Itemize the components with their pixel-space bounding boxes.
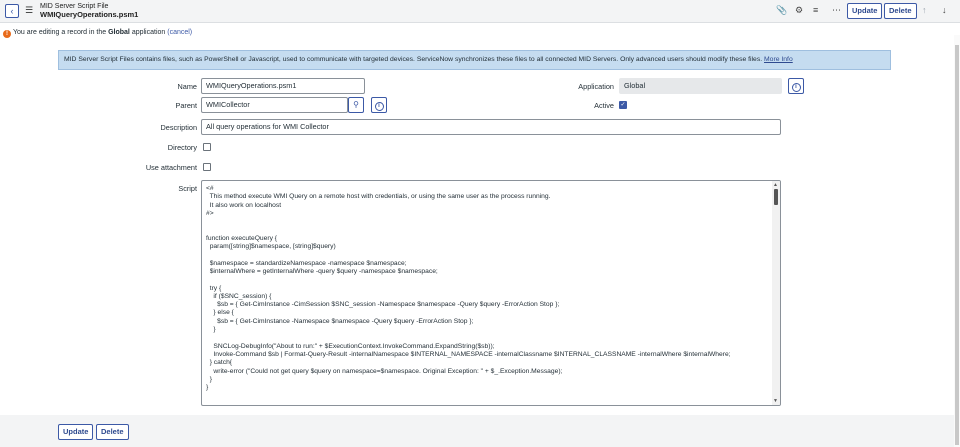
parent-lookup-button[interactable]: ⚲ (348, 97, 364, 113)
page-scrollbar[interactable] (954, 35, 960, 447)
page-title: MID Server Script File WMIQueryOperation… (40, 3, 138, 19)
description-label: Description (160, 123, 198, 132)
scroll-up-icon[interactable]: ▲ (773, 182, 778, 188)
application-field: Global (619, 78, 782, 94)
description-field[interactable]: All query operations for WMI Collector (201, 119, 781, 135)
search-icon: ⚲ (353, 100, 359, 109)
script-text[interactable]: <# This method execute WMI Query on a re… (206, 185, 772, 392)
chevron-left-icon: ‹ (10, 6, 14, 16)
arrow-down-icon[interactable]: ↓ (942, 5, 947, 15)
editing-notice: ! You are editing a record in the Global … (3, 29, 192, 38)
directory-checkbox[interactable] (203, 143, 211, 151)
banner-text: MID Server Script Files contains files, … (64, 56, 765, 63)
application-label: Application (578, 82, 614, 91)
parent-info-button[interactable]: i (371, 97, 387, 113)
paperclip-icon[interactable]: 📎 (776, 5, 787, 16)
page-scroll-thumb[interactable] (955, 45, 959, 445)
scroll-down-icon[interactable]: ▼ (773, 398, 778, 404)
checkmark-icon: ✓ (620, 102, 626, 108)
info-icon: i (374, 102, 384, 111)
name-field[interactable]: WMIQueryOperations.psm1 (201, 78, 365, 94)
more-info-link[interactable]: More Info (764, 56, 793, 63)
info-icon: i (791, 83, 801, 92)
form-footer (0, 415, 954, 447)
info-banner: MID Server Script Files contains files, … (58, 50, 891, 70)
name-label: Name (177, 82, 197, 91)
cancel-link[interactable]: (cancel) (167, 29, 192, 36)
use-attachment-checkbox[interactable] (203, 163, 211, 171)
script-scroll-thumb[interactable] (774, 189, 778, 205)
parent-label: Parent (175, 101, 198, 110)
use-attachment-label: Use attachment (145, 163, 197, 172)
warning-icon: ! (3, 30, 11, 38)
active-label: Active (594, 101, 614, 110)
active-checkbox[interactable]: ✓ (619, 101, 627, 109)
arrow-up-icon[interactable]: ↑ (922, 5, 927, 15)
back-button[interactable]: ‹ (5, 4, 19, 18)
sliders-icon[interactable]: ⚙ (795, 5, 803, 16)
hamburger-icon[interactable]: ☰ (25, 5, 33, 16)
filter-icon[interactable]: ≡ (813, 5, 818, 15)
parent-field[interactable]: WMICollector (201, 97, 348, 113)
header-delete-button[interactable]: Delete (884, 3, 917, 19)
script-editor[interactable]: <# This method execute WMI Query on a re… (201, 180, 781, 406)
footer-update-button[interactable]: Update (58, 424, 94, 440)
directory-label: Directory (167, 143, 197, 152)
script-label: Script (178, 184, 197, 193)
header-update-button[interactable]: Update (847, 3, 883, 19)
application-info-button[interactable]: i (788, 78, 804, 94)
footer-delete-button[interactable]: Delete (96, 424, 129, 440)
record-name-title: WMIQueryOperations.psm1 (40, 10, 139, 19)
form-header: ‹ ☰ MID Server Script File WMIQueryOpera… (0, 0, 960, 23)
more-icon[interactable]: ⋯ (832, 5, 841, 16)
application-name: Global (108, 29, 130, 36)
script-scrollbar[interactable]: ▲ ▼ (772, 181, 780, 405)
